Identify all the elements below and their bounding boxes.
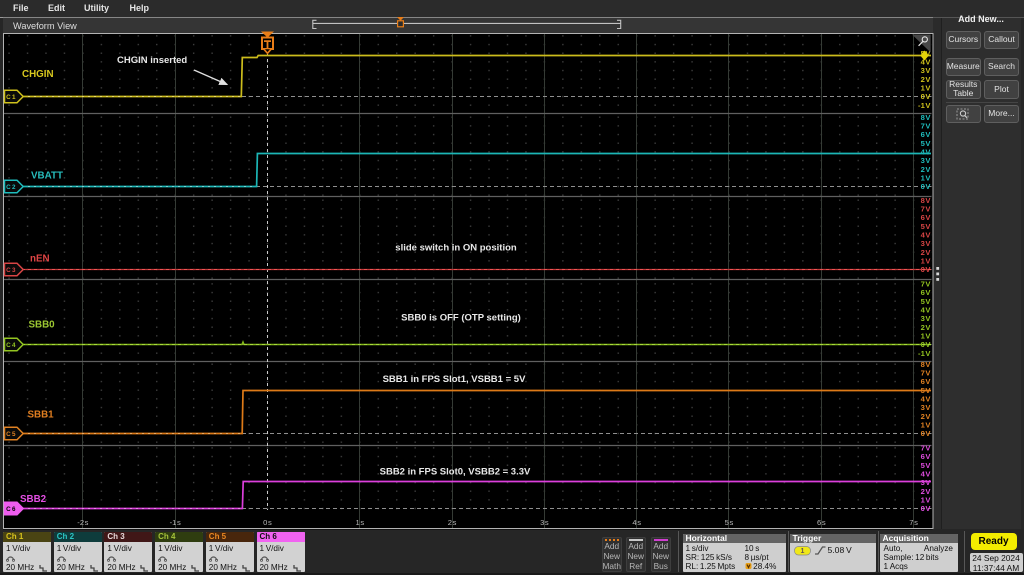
svg-text:8 V: 8 V <box>921 360 932 369</box>
svg-text:VBATT: VBATT <box>31 171 63 182</box>
svg-text:0 V: 0 V <box>921 182 932 191</box>
svg-text:CHGIN inserted: CHGIN inserted <box>117 55 187 66</box>
svg-text:1 V: 1 V <box>921 173 932 182</box>
svg-text:6 V: 6 V <box>921 288 932 297</box>
svg-text:C 5: C 5 <box>6 431 16 438</box>
svg-text:1 V: 1 V <box>921 256 932 265</box>
svg-text:SBB1 in FPS Slot1, VSBB1 = 5V: SBB1 in FPS Slot1, VSBB1 = 5V <box>383 374 526 385</box>
svg-text:1: 1 <box>800 548 804 555</box>
svg-text:SBB2 in FPS Slot0, VSBB2 = 3.3: SBB2 in FPS Slot0, VSBB2 = 3.3V <box>380 467 531 478</box>
svg-text:8 V: 8 V <box>921 196 932 205</box>
svg-text:6 V: 6 V <box>921 452 932 461</box>
svg-text:7 s: 7 s <box>909 518 918 527</box>
svg-text:3 V: 3 V <box>921 314 932 323</box>
svg-text:0 V: 0 V <box>921 429 932 438</box>
svg-text:SBB0: SBB0 <box>29 320 56 331</box>
svg-text:6 V: 6 V <box>921 377 932 386</box>
svg-text:6 V: 6 V <box>921 130 932 139</box>
svg-text:nEN: nEN <box>30 254 50 265</box>
svg-text:-1 V: -1 V <box>918 349 931 358</box>
svg-text:1 V: 1 V <box>921 331 932 340</box>
svg-text:4 s: 4 s <box>632 518 641 527</box>
svg-text:0 s: 0 s <box>263 518 272 527</box>
svg-text:8 V: 8 V <box>921 113 932 122</box>
svg-text:C 1: C 1 <box>6 94 16 101</box>
svg-text:SBB2: SBB2 <box>20 494 47 505</box>
svg-text:1 V: 1 V <box>921 83 932 92</box>
svg-text:C 4: C 4 <box>6 342 16 349</box>
svg-text:3 s: 3 s <box>540 518 549 527</box>
svg-text:CHGIN: CHGIN <box>22 69 54 80</box>
svg-text:SBB0 is OFF (OTP setting): SBB0 is OFF (OTP setting) <box>401 313 521 324</box>
svg-text:5 V: 5 V <box>921 297 932 306</box>
svg-text:5 s: 5 s <box>725 518 734 527</box>
svg-text:0 V: 0 V <box>921 504 932 513</box>
svg-text:5 V: 5 V <box>921 461 932 470</box>
svg-text:2 s: 2 s <box>448 518 457 527</box>
svg-text:SBB1: SBB1 <box>28 410 55 421</box>
svg-text:5 V: 5 V <box>921 139 932 148</box>
svg-text:C 2: C 2 <box>6 184 16 191</box>
svg-text:6 V: 6 V <box>921 213 932 222</box>
svg-text:slide switch in ON position: slide switch in ON position <box>395 243 517 254</box>
svg-text:3 V: 3 V <box>921 66 932 75</box>
svg-text:1 V: 1 V <box>921 495 932 504</box>
svg-text:-2 s: -2 s <box>77 518 88 527</box>
svg-text:1 s: 1 s <box>355 518 364 527</box>
svg-text:3 V: 3 V <box>921 478 932 487</box>
svg-text:-1 s: -1 s <box>170 518 181 527</box>
svg-text:C 3: C 3 <box>6 267 16 274</box>
svg-text:0 V: 0 V <box>921 92 932 101</box>
svg-text:C 6: C 6 <box>6 506 16 513</box>
svg-text:3 V: 3 V <box>921 156 932 165</box>
svg-text:6 s: 6 s <box>817 518 826 527</box>
svg-text:3 V: 3 V <box>921 403 932 412</box>
svg-text:-1 V: -1 V <box>918 101 931 110</box>
svg-text:1 V: 1 V <box>921 420 932 429</box>
svg-text:5 V: 5 V <box>921 222 932 231</box>
svg-text:3 V: 3 V <box>921 239 932 248</box>
